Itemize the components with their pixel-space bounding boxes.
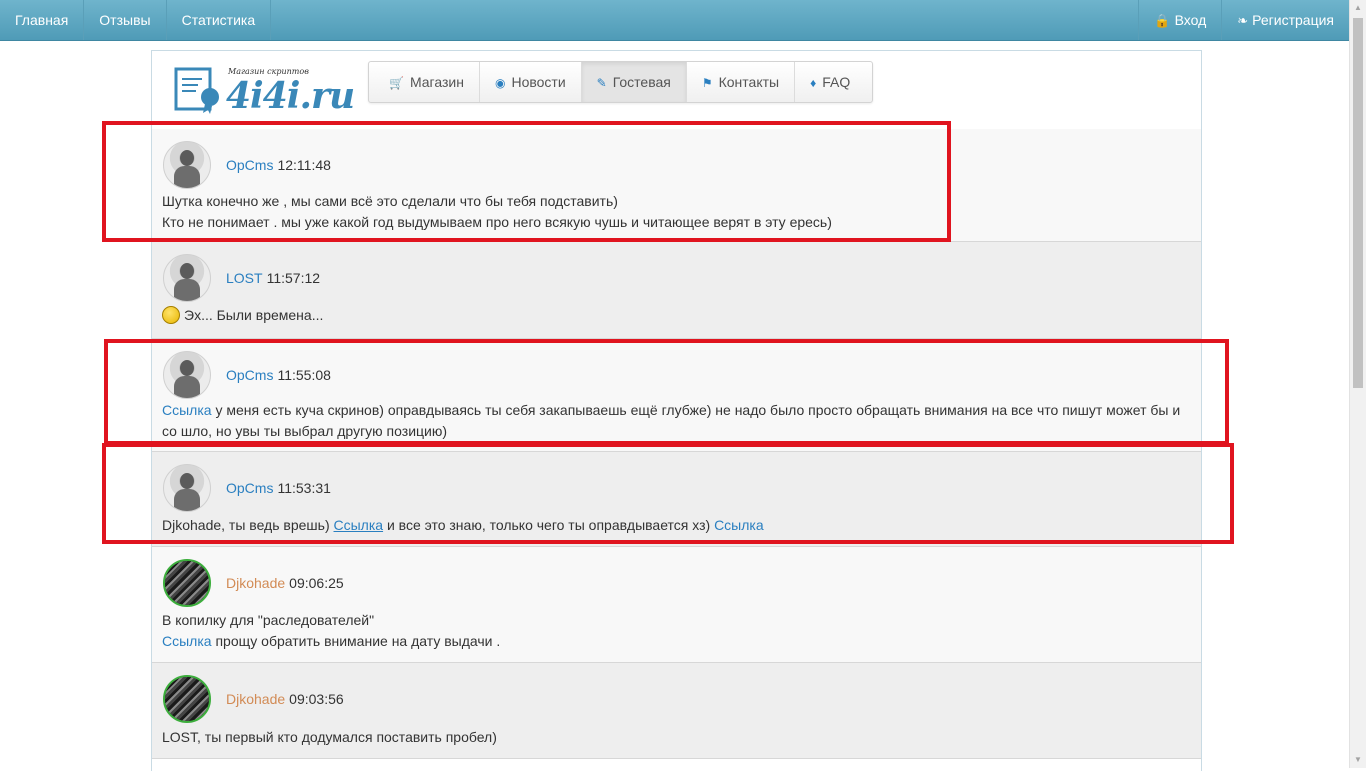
message-text: у меня есть куча скринов) оправдываясь т… (211, 402, 1181, 418)
scroll-down-icon[interactable]: ▼ (1350, 752, 1366, 768)
leaf-icon: ❧ (1237, 13, 1249, 28)
post-author[interactable]: LOST (226, 270, 263, 286)
post-meta: OpCms 11:55:08 (226, 367, 331, 383)
post-meta: OpCms 12:11:48 (226, 157, 331, 173)
login-link[interactable]: 🔒 Вход (1138, 0, 1221, 40)
post-message: Эх... Были времена... (162, 305, 1192, 326)
post-link[interactable]: Ссылка (162, 402, 212, 418)
top-navbar: Главная Отзывы Статистика 🔒 Вход ❧ Регистр… (0, 0, 1349, 41)
page-scrollbar[interactable]: ▲ ▼ (1349, 0, 1366, 768)
post-link[interactable]: Ссылка (162, 633, 212, 649)
register-label: Регистрация (1252, 12, 1334, 28)
register-link[interactable]: ❧ Регистрация (1221, 0, 1349, 40)
message-line: Эх... Были времена... (184, 307, 324, 323)
certificate-icon (174, 67, 219, 114)
menu-shop-label: Магазин (409, 74, 464, 90)
message-line: Ссылка у меня есть куча скринов) оправды… (162, 400, 1192, 421)
nav-statistics[interactable]: Статистика (167, 0, 272, 40)
nav-reviews[interactable]: Отзывы (84, 0, 167, 40)
menu-news-label: Новости (511, 74, 566, 90)
avatar[interactable] (163, 351, 211, 399)
post-author[interactable]: Djkohade (226, 691, 285, 707)
post-time: 11:55:08 (277, 367, 331, 383)
guestbook-post: LOST 11:57:12 Эх... Были времена... (152, 242, 1201, 339)
pencil-icon: ✎ (596, 76, 607, 90)
guestbook-post: Djkohade 09:03:56 LOST, ты первый кто дод… (152, 663, 1201, 759)
menu-faq-label: FAQ (822, 74, 851, 90)
message-line: В копилку для "раследователей" (162, 612, 375, 628)
post-author[interactable]: OpCms (226, 157, 273, 173)
nav-home[interactable]: Главная (0, 0, 85, 40)
avatar[interactable] (163, 464, 211, 512)
menu-guestbook-label: Гостевая (612, 74, 671, 90)
message-line: LOST, ты первый кто додумался поставить … (162, 729, 497, 745)
post-link[interactable]: Ссылка (334, 517, 384, 533)
post-author[interactable]: Djkohade (226, 575, 285, 591)
guestbook-post: OpCms 12:11:48 Шутка конечно же , мы сами… (152, 129, 1201, 242)
post-message: Ссылка у меня есть куча скринов) оправды… (162, 400, 1192, 442)
message-text: Djkohade, ты ведь врешь) (162, 517, 334, 533)
post-message: LOST, ты первый кто додумался поставить … (162, 727, 1192, 748)
avatar[interactable] (163, 141, 211, 189)
main-menu: 🛒 Магазин ◉ Новости ✎ Гостевая ⚑ Контакты ♦ F… (368, 61, 874, 103)
message-line: Кто не понимает . мы уже какой год выдум… (162, 214, 832, 230)
site-logo[interactable]: Магазин скриптов 4i4i.ru (174, 63, 355, 119)
avatar[interactable] (163, 675, 211, 723)
avatar[interactable] (163, 559, 211, 607)
scroll-thumb[interactable] (1353, 18, 1363, 388)
menu-contacts-label: Контакты (718, 74, 780, 90)
post-meta: Djkohade 09:03:56 (226, 691, 344, 707)
post-meta: Djkohade 09:06:25 (226, 575, 344, 591)
logo-text: 4i4i.ru (226, 75, 355, 117)
login-label: Вход (1174, 12, 1207, 28)
post-message: Шутка конечно же , мы сами всё это сдела… (162, 191, 1192, 233)
message-line: Шутка конечно же , мы сами всё это сдела… (162, 193, 618, 209)
bookmark-icon: ⚑ (701, 76, 713, 90)
guestbook-post: Djkohade 09:06:25 В копилку для "раследов… (152, 547, 1201, 663)
top-nav-left: Главная Отзывы Статистика (0, 0, 272, 40)
avatar[interactable] (163, 254, 211, 302)
post-author[interactable]: OpCms (226, 367, 273, 383)
post-meta: LOST 11:57:12 (226, 270, 320, 286)
top-nav-right: 🔒 Вход ❧ Регистрация (1138, 0, 1349, 40)
menu-news[interactable]: ◉ Новости (480, 62, 582, 102)
message-line: Ссылка прощу обратить внимание на дату в… (162, 631, 1192, 652)
post-time: 11:57:12 (266, 270, 321, 286)
globe-icon: ◉ (494, 76, 506, 90)
guestbook-post: OpCms 11:53:31 Djkohade, ты ведь врешь) С… (152, 452, 1201, 547)
menu-guestbook[interactable]: ✎ Гостевая (581, 62, 687, 102)
cart-icon: 🛒 (389, 76, 404, 90)
post-message: В копилку для "раследователей" Ссылка пр… (162, 610, 1192, 652)
message-line: со шло, но увы ты выбрал другую позицию) (162, 423, 448, 439)
site-header: Магазин скриптов 4i4i.ru 🛒 Магазин ◉ Новос… (152, 51, 1201, 129)
tags-icon: ♦ (810, 76, 817, 90)
post-time: 11:53:31 (277, 480, 331, 496)
post-author[interactable]: OpCms (226, 480, 273, 496)
scroll-up-icon[interactable]: ▲ (1350, 0, 1366, 16)
guestbook-post: OpCms 11:55:08 Ссылка у меня есть куча ск… (152, 339, 1201, 452)
post-meta: OpCms 11:53:31 (226, 480, 331, 496)
post-link[interactable]: Ссылка (714, 517, 764, 533)
post-time: 09:03:56 (289, 691, 344, 707)
guestbook-panel: Магазин скриптов 4i4i.ru 🛒 Магазин ◉ Новос… (151, 50, 1202, 771)
post-time: 09:06:25 (289, 575, 344, 591)
menu-shop[interactable]: 🛒 Магазин (369, 62, 480, 102)
message-text: прощу обратить внимание на дату выдачи . (211, 633, 501, 649)
menu-faq[interactable]: ♦ FAQ (795, 62, 872, 102)
lock-icon: 🔒 (1154, 13, 1171, 28)
guestbook-posts: OpCms 12:11:48 Шутка конечно же , мы сами… (152, 129, 1201, 759)
menu-contacts[interactable]: ⚑ Контакты (687, 62, 796, 102)
smiley-icon (162, 306, 180, 324)
message-text: и все это знаю, только чего ты оправдыва… (383, 517, 715, 533)
post-time: 12:11:48 (277, 157, 331, 173)
post-message: Djkohade, ты ведь врешь) Ссылка и все эт… (162, 515, 1192, 536)
